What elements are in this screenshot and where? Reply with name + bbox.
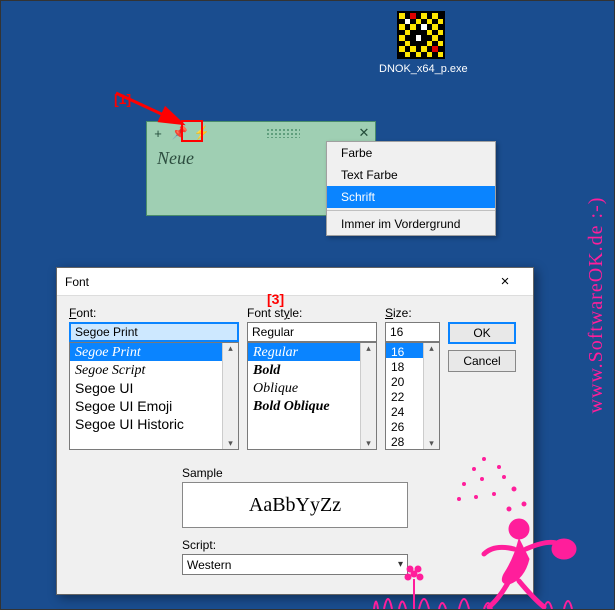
script-select[interactable]: Western ▾: [182, 554, 408, 575]
scrollbar[interactable]: [360, 343, 376, 449]
menu-item-farbe[interactable]: Farbe: [327, 142, 495, 164]
desktop-icon-label: DNOK_x64_p.exe: [379, 63, 463, 75]
chevron-down-icon: ▾: [398, 559, 403, 570]
ok-button[interactable]: OK: [448, 322, 516, 344]
style-input[interactable]: [247, 322, 377, 342]
cancel-button[interactable]: Cancel: [448, 350, 516, 372]
list-item[interactable]: Oblique: [248, 379, 376, 397]
style-label: Font style:: [247, 306, 377, 320]
context-menu: Farbe Text Farbe Schrift Immer im Vorder…: [326, 141, 496, 236]
plus-icon[interactable]: +: [149, 124, 167, 142]
watermark-text: www.SoftwareOK.de :-): [585, 197, 608, 414]
dialog-titlebar[interactable]: Font ×: [57, 268, 533, 296]
font-label: Font:: [69, 306, 239, 320]
sample-label: Sample: [182, 466, 408, 480]
font-listbox[interactable]: Segoe Print Segoe Script Segoe UI Segoe …: [69, 342, 239, 450]
style-listbox[interactable]: Regular Bold Oblique Bold Oblique: [247, 342, 377, 450]
menu-separator: [327, 210, 495, 211]
font-input[interactable]: [69, 322, 239, 342]
grip-icon[interactable]: [266, 128, 300, 138]
menu-item-vordergrund[interactable]: Immer im Vordergrund: [327, 213, 495, 235]
exe-icon: [397, 11, 445, 59]
list-item[interactable]: Segoe Print: [70, 343, 238, 361]
list-item[interactable]: Segoe Script: [70, 361, 238, 379]
size-input[interactable]: [385, 322, 440, 342]
annotation-label-1: [1]: [114, 91, 131, 107]
bolt-icon[interactable]: ⚡: [193, 124, 211, 142]
menu-item-schrift[interactable]: Schrift: [327, 186, 495, 208]
scrollbar[interactable]: [423, 343, 439, 449]
desktop-icon-dnok[interactable]: DNOK_x64_p.exe: [379, 11, 463, 75]
script-value: Western: [187, 558, 231, 572]
list-item[interactable]: Segoe UI: [70, 379, 238, 397]
list-item[interactable]: Bold: [248, 361, 376, 379]
dialog-close-icon[interactable]: ×: [485, 273, 525, 290]
scrollbar[interactable]: [222, 343, 238, 449]
menu-item-textfarbe[interactable]: Text Farbe: [327, 164, 495, 186]
close-icon[interactable]: ✕: [355, 124, 373, 142]
size-label: Size:: [385, 306, 440, 320]
size-listbox[interactable]: 16 18 20 22 24 26 28: [385, 342, 440, 450]
sample-box: AaBbYyZz: [182, 482, 408, 528]
list-item[interactable]: Bold Oblique: [248, 397, 376, 415]
list-item[interactable]: Regular: [248, 343, 376, 361]
script-label: Script:: [182, 538, 408, 552]
list-item[interactable]: Segoe UI Emoji: [70, 397, 238, 415]
dialog-title-text: Font: [65, 275, 485, 289]
list-item[interactable]: Segoe UI Historic: [70, 415, 238, 433]
pin-icon[interactable]: 📌: [171, 124, 189, 142]
font-dialog: Font × [3] Font: Segoe Print Segoe Scrip…: [56, 267, 534, 595]
